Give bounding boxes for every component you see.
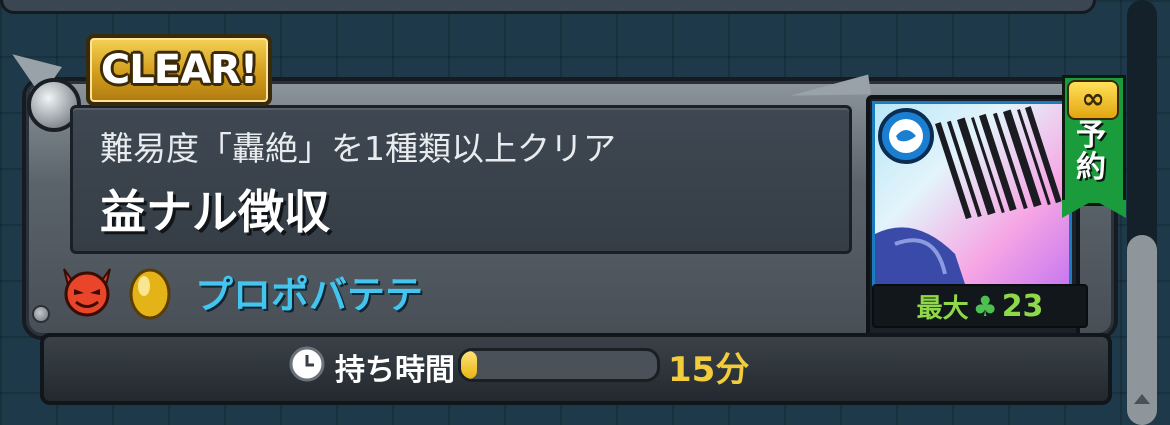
time-limit-value: 15分 [668, 350, 750, 390]
time-gauge-fill [461, 351, 477, 379]
reserve-label: 予約 [1076, 118, 1106, 185]
clover-icon: ♣ [972, 289, 998, 323]
reserve-ribbon-tail [1062, 200, 1126, 218]
clock-icon [289, 346, 325, 382]
infinity-icon: ∞ [1067, 80, 1119, 120]
quest-condition: 難易度「轟絶」を1種類以上クリア [100, 129, 616, 168]
golden-egg-icon [129, 268, 171, 320]
time-gauge [458, 348, 660, 382]
max-luck-label: 最大 ♣ 23 [872, 284, 1088, 328]
devil-face-icon [63, 268, 111, 317]
reward-name: プロポバテテ [195, 273, 424, 317]
max-prefix: 最大 [916, 293, 969, 324]
water-element-icon [878, 108, 934, 164]
max-value: 23 [1001, 288, 1044, 324]
scroll-up-arrow-icon [1134, 394, 1150, 404]
time-limit-label: 持ち時間 [335, 353, 455, 388]
clear-badge: CLEAR! [86, 34, 272, 106]
quest-title: 益ナル徴収 [100, 185, 330, 239]
screw-decoration [32, 305, 50, 323]
clear-badge-label: CLEAR! [100, 47, 258, 93]
previous-card-edge [0, 0, 1096, 14]
